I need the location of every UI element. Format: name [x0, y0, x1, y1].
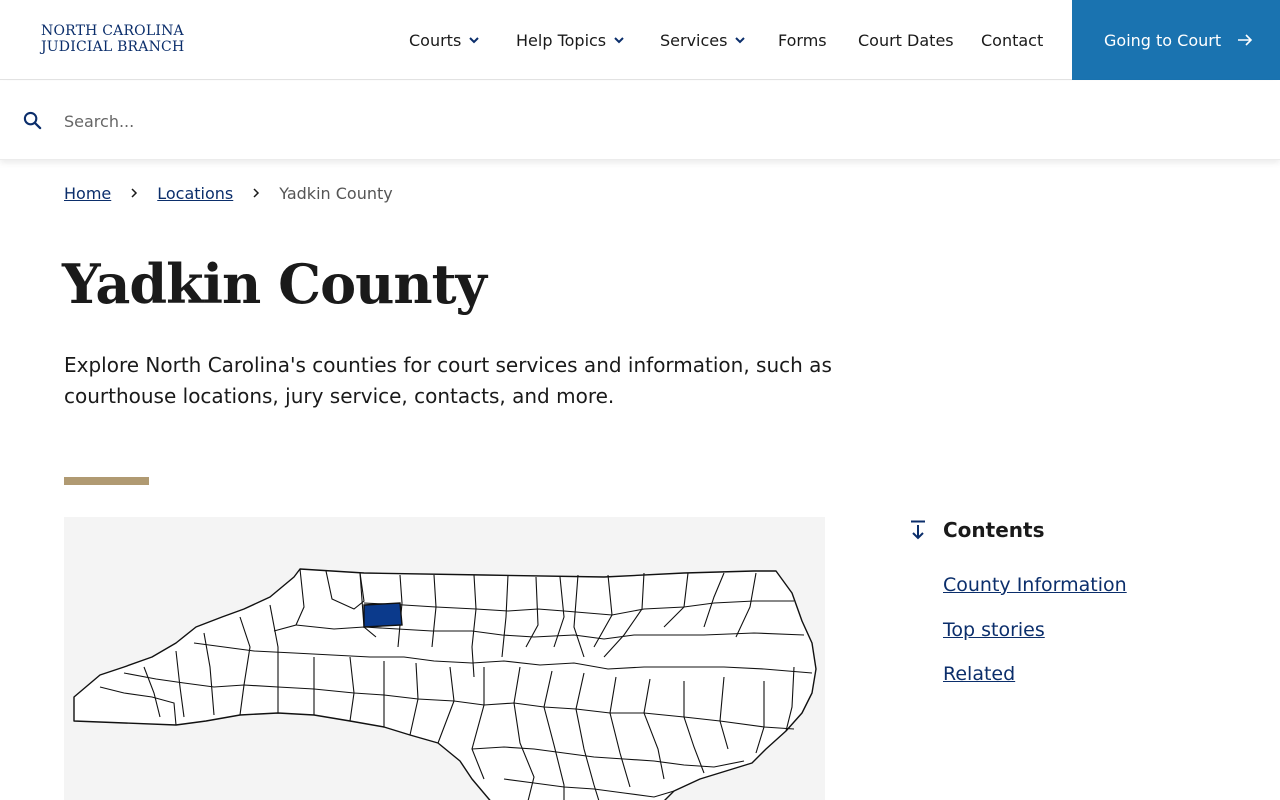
nav-services-label: Services — [660, 30, 728, 50]
nav-courts[interactable]: Courts — [409, 0, 480, 80]
nav-contact[interactable]: Contact — [981, 0, 1043, 80]
nav-court-dates-label: Court Dates — [858, 30, 954, 50]
site-header: North Carolina Judicial Branch Courts He… — [0, 0, 1280, 80]
nav-courts-label: Courts — [409, 30, 462, 50]
nc-state-map-image — [73, 568, 817, 800]
county-map — [64, 517, 825, 800]
chevron-down-icon — [469, 37, 480, 44]
nav-contact-label: Contact — [981, 30, 1044, 50]
contents-link-county-information[interactable]: County Information — [943, 574, 1127, 596]
logo-line-1: North Carolina — [41, 23, 184, 39]
nav-court-dates[interactable]: Court Dates — [858, 0, 954, 80]
contents-header: Contents — [908, 516, 1238, 544]
breadcrumb: Home Locations Yadkin County — [64, 182, 393, 204]
nav-services[interactable]: Services — [660, 0, 746, 80]
chevron-down-icon — [735, 37, 746, 44]
site-logo[interactable]: North Carolina Judicial Branch — [41, 23, 184, 55]
going-to-court-label: Going to Court — [1104, 30, 1222, 50]
list-item: County Information — [943, 574, 1238, 619]
search-icon[interactable] — [23, 111, 42, 130]
arrow-right-icon — [1238, 34, 1253, 46]
chevron-right-icon — [253, 188, 260, 198]
page-intro: Explore North Carolina's counties for co… — [64, 353, 832, 408]
page-title: Yadkin County — [62, 252, 487, 316]
contents-title: Contents — [943, 518, 1045, 542]
nav-forms[interactable]: Forms — [778, 0, 827, 80]
search-input[interactable] — [64, 105, 1244, 137]
contents-link-related[interactable]: Related — [943, 663, 1015, 685]
nav-forms-label: Forms — [778, 30, 827, 50]
accent-rule — [64, 477, 149, 485]
logo-line-2: Judicial Branch — [41, 39, 185, 55]
breadcrumb-locations[interactable]: Locations — [157, 184, 233, 203]
nav-help-topics-label: Help Topics — [516, 30, 607, 50]
list-item: Related — [943, 663, 1238, 708]
yadkin-county-highlight — [363, 602, 403, 628]
contents-link-top-stories[interactable]: Top stories — [943, 619, 1045, 641]
chevron-down-icon — [614, 37, 624, 44]
list-item: Top stories — [943, 619, 1238, 664]
contents-panel: Contents County Information Top stories … — [908, 516, 1238, 708]
going-to-court-button[interactable]: Going to Court — [1072, 0, 1280, 80]
breadcrumb-home[interactable]: Home — [64, 184, 111, 203]
search-bar — [0, 81, 1280, 160]
nav-help-topics[interactable]: Help Topics — [516, 0, 624, 80]
contents-list: County Information Top stories Related — [943, 574, 1238, 708]
jump-down-icon — [911, 520, 925, 540]
breadcrumb-current: Yadkin County — [279, 183, 393, 203]
chevron-right-icon — [131, 188, 138, 198]
